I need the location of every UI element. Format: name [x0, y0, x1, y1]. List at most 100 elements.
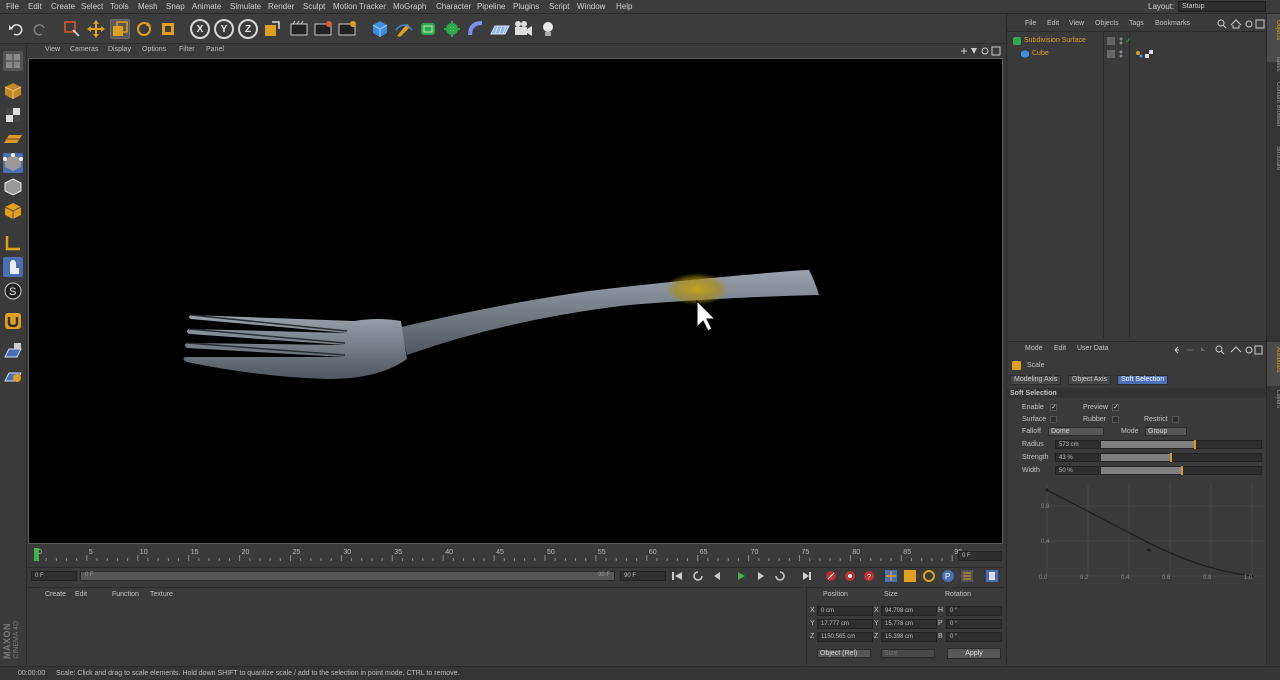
object-manager-tools-icons[interactable]: [1217, 19, 1265, 29]
menu-motion-tracker[interactable]: Motion Tracker: [333, 2, 386, 11]
workplane-icon[interactable]: [3, 129, 23, 149]
material-menu-create[interactable]: Create: [45, 591, 66, 598]
model-mode-icon[interactable]: [3, 81, 23, 101]
tab-structure[interactable]: Structure: [1267, 146, 1280, 170]
menu-script[interactable]: Script: [549, 2, 569, 11]
menu-window[interactable]: Window: [577, 2, 605, 11]
menu-simulate[interactable]: Simulate: [230, 2, 261, 11]
frame-range-slider[interactable]: 0 F 90 F: [80, 571, 615, 581]
viewport-menu-display[interactable]: Display: [108, 46, 131, 53]
magnet-icon[interactable]: [3, 311, 23, 331]
size-mode-select[interactable]: Size: [881, 649, 935, 658]
menu-snap[interactable]: Snap: [166, 2, 185, 11]
texture-mode-icon[interactable]: [3, 105, 23, 125]
mode-select[interactable]: Group: [1145, 427, 1187, 436]
attribute-menu-user-data[interactable]: User Data: [1077, 345, 1109, 352]
rotate-icon[interactable]: [134, 19, 154, 39]
edit-render-settings-icon[interactable]: [338, 19, 358, 39]
object-menu-edit[interactable]: Edit: [1047, 20, 1059, 27]
coordinate-mode-select[interactable]: Object (Rel): [817, 649, 871, 658]
enable-checkbox[interactable]: ✓: [1050, 404, 1057, 411]
timeline-end-field[interactable]: 0 F: [958, 551, 1002, 561]
light-icon[interactable]: [538, 19, 558, 39]
width-slider[interactable]: [1100, 466, 1262, 475]
menu-plugins[interactable]: Plugins: [513, 2, 539, 11]
object-row[interactable]: Subdivision Surface ✓: [1007, 36, 1267, 48]
live-selection-icon[interactable]: [62, 19, 82, 39]
object-menu-file[interactable]: File: [1025, 20, 1036, 27]
y-axis-icon[interactable]: Y: [214, 19, 234, 39]
pen-spline-icon[interactable]: [394, 19, 414, 39]
radius-slider[interactable]: [1100, 440, 1262, 449]
menu-create[interactable]: Create: [51, 2, 75, 11]
rubber-checkbox[interactable]: [1112, 416, 1119, 423]
polygons-mode-icon[interactable]: [3, 201, 23, 221]
viewport-menu-filter[interactable]: Filter: [179, 46, 195, 53]
enabled-check-icon[interactable]: ✓: [1125, 36, 1132, 45]
edges-mode-icon[interactable]: [3, 177, 23, 197]
position-field[interactable]: 1150.565 cm: [817, 632, 873, 642]
scale-icon[interactable]: [110, 19, 130, 39]
strength-slider[interactable]: [1100, 453, 1262, 462]
attribute-menu-mode[interactable]: Mode: [1025, 345, 1043, 352]
material-menu-function[interactable]: Function: [112, 591, 139, 598]
menu-character[interactable]: Character: [436, 2, 471, 11]
texture-tag-icon[interactable]: [1145, 50, 1153, 58]
snap-icon[interactable]: S: [3, 281, 23, 301]
object-menu-bookmarks[interactable]: Bookmarks: [1155, 20, 1190, 27]
tag-icon[interactable]: [1135, 50, 1143, 58]
fork-model[interactable]: [183, 270, 819, 379]
rotation-field[interactable]: 0 °: [946, 632, 1002, 642]
current-frame-field[interactable]: 0 F: [31, 571, 77, 581]
menu-edit[interactable]: Edit: [28, 2, 42, 11]
menu-tools[interactable]: Tools: [110, 2, 129, 11]
tab-content-browser[interactable]: Content Browser: [1267, 82, 1280, 127]
tab-objects[interactable]: Objects: [1267, 20, 1280, 40]
menu-help[interactable]: Help: [616, 2, 632, 11]
layout-select[interactable]: Startup: [1178, 1, 1266, 12]
position-field[interactable]: 0 cm: [817, 606, 873, 616]
menu-mesh[interactable]: Mesh: [138, 2, 158, 11]
menu-select[interactable]: Select: [81, 2, 103, 11]
tab-attributes[interactable]: Attributes: [1267, 347, 1280, 372]
falloff-select[interactable]: Dome: [1048, 427, 1104, 436]
falloff-graph[interactable]: 0.8 0.4: [1027, 480, 1265, 580]
restrict-checkbox[interactable]: [1172, 416, 1179, 423]
menu-render[interactable]: Render: [268, 2, 294, 11]
size-field[interactable]: 94.708 cm: [881, 606, 937, 616]
editor-visibility-icon[interactable]: [1107, 37, 1115, 45]
camera-icon[interactable]: [514, 19, 534, 39]
solo-grid-icon[interactable]: [3, 365, 23, 385]
size-field[interactable]: 15.398 cm: [881, 632, 937, 642]
recent-tool-icon[interactable]: [158, 19, 178, 39]
floor-icon[interactable]: [490, 19, 510, 39]
attribute-menu-edit[interactable]: Edit: [1054, 345, 1066, 352]
move-icon[interactable]: [86, 19, 106, 39]
goto-end-icon[interactable]: [802, 569, 812, 583]
coordinate-system-icon[interactable]: [262, 19, 282, 39]
viewport-nav-icons[interactable]: [958, 46, 1002, 56]
tab-modeling-axis[interactable]: Modeling Axis: [1010, 375, 1062, 385]
radius-field[interactable]: 573 cm: [1055, 440, 1099, 449]
render-visibility-icon[interactable]: [1118, 50, 1124, 58]
points-mode-icon[interactable]: [3, 153, 23, 173]
playback-controls[interactable]: [670, 569, 798, 583]
cube-icon[interactable]: [370, 19, 390, 39]
menu-animate[interactable]: Animate: [192, 2, 221, 11]
object-row[interactable]: Cube: [1007, 49, 1267, 61]
surface-checkbox[interactable]: [1050, 416, 1057, 423]
menu-sculpt[interactable]: Sculpt: [303, 2, 325, 11]
apply-button[interactable]: Apply: [947, 648, 1001, 659]
rotation-field[interactable]: 0 °: [946, 619, 1002, 629]
preview-checkbox[interactable]: ✓: [1112, 404, 1119, 411]
object-menu-view[interactable]: View: [1069, 20, 1084, 27]
redo-icon[interactable]: [30, 19, 50, 39]
array-icon[interactable]: [442, 19, 462, 39]
max-frame-field[interactable]: 90 F: [620, 571, 666, 581]
render-picture-viewer-icon[interactable]: [314, 19, 334, 39]
viewport-menu-options[interactable]: Options: [142, 46, 166, 53]
x-axis-icon[interactable]: X: [190, 19, 210, 39]
object-menu-objects[interactable]: Objects: [1095, 20, 1119, 27]
object-menu-tags[interactable]: Tags: [1129, 20, 1144, 27]
viewport-menu-panel[interactable]: Panel: [206, 46, 224, 53]
